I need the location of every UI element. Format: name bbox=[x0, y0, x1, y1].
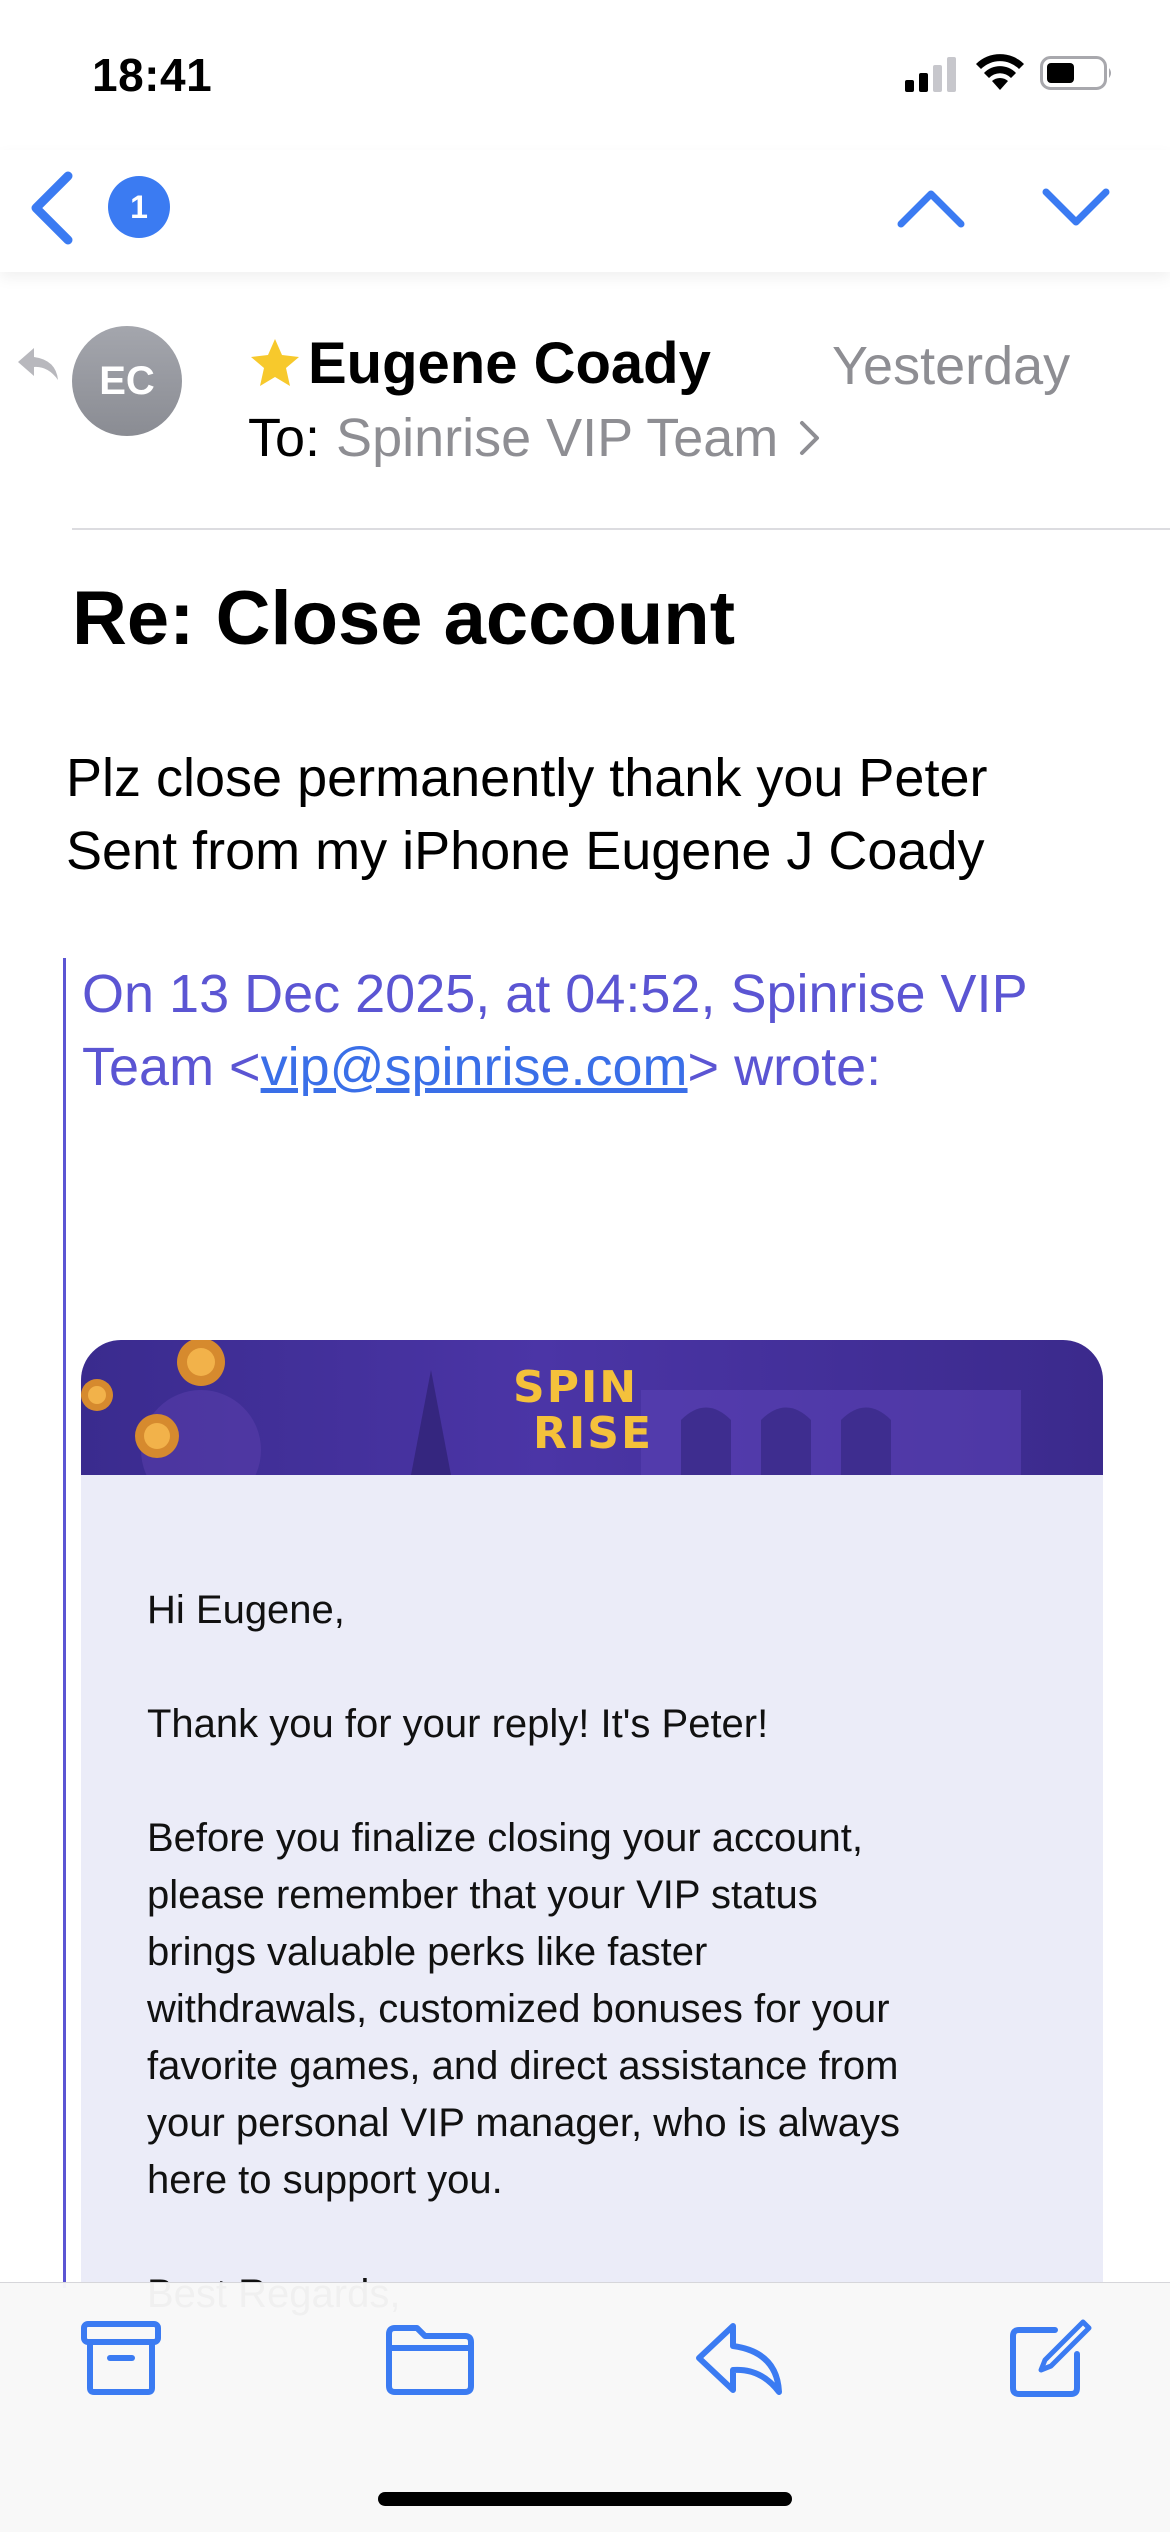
paragraph-1: Thank you for your reply! It's Peter! bbox=[147, 1702, 769, 1746]
unread-count-badge[interactable]: 1 bbox=[108, 176, 170, 238]
next-message-icon[interactable] bbox=[1040, 180, 1112, 234]
cellular-signal-icon bbox=[905, 57, 956, 92]
brand-logo-line2: RISE bbox=[533, 1408, 653, 1459]
email-body: Plz close permanently thank you Peter Se… bbox=[66, 742, 1126, 888]
quote-header: On 13 Dec 2025, at 04:52, Spinrise VIP T… bbox=[82, 958, 1142, 1104]
wifi-icon bbox=[976, 54, 1024, 90]
paragraph-line: here to support you. bbox=[147, 2158, 503, 2202]
to-label: To: bbox=[248, 408, 321, 468]
spinrise-banner: SPIN RISE bbox=[81, 1340, 1103, 1475]
previous-message-icon[interactable] bbox=[895, 180, 967, 234]
quote-header-suffix: > wrote: bbox=[687, 1037, 882, 1097]
recipient-name[interactable]: Spinrise VIP Team bbox=[336, 407, 778, 469]
sender-name[interactable]: Eugene Coady bbox=[308, 330, 711, 397]
folder-icon[interactable] bbox=[385, 2318, 475, 2398]
message-date: Yesterday bbox=[832, 336, 1071, 396]
chevron-right-icon bbox=[800, 421, 820, 455]
nav-bar bbox=[0, 150, 1170, 272]
brand-logo-line1: SPIN bbox=[513, 1362, 639, 1413]
sender-email-link[interactable]: vip@spinrise.com bbox=[261, 1037, 688, 1097]
paragraph-line: your personal VIP manager, who is always bbox=[147, 2101, 900, 2145]
body-line: Plz close permanently thank you Peter bbox=[66, 748, 988, 808]
paragraph-2: Before you finalize closing your account… bbox=[147, 1810, 1047, 2209]
home-indicator[interactable] bbox=[378, 2492, 792, 2506]
compose-icon[interactable] bbox=[1005, 2318, 1095, 2398]
replied-indicator-icon bbox=[18, 348, 58, 380]
star-icon bbox=[251, 339, 299, 386]
paragraph-line: brings valuable perks like faster bbox=[147, 1930, 708, 1974]
battery-icon bbox=[1040, 56, 1111, 90]
body-line: Sent from my iPhone Eugene J Coady bbox=[66, 821, 985, 881]
status-time: 18:41 bbox=[92, 49, 213, 101]
email-subject: Re: Close account bbox=[72, 576, 736, 661]
quote-bar bbox=[63, 958, 66, 2288]
reply-icon[interactable] bbox=[695, 2318, 785, 2398]
back-chevron-icon[interactable] bbox=[24, 168, 84, 248]
paragraph-line: favorite games, and direct assistance fr… bbox=[147, 2044, 899, 2088]
greeting: Hi Eugene, bbox=[147, 1588, 345, 1632]
paragraph-line: Before you finalize closing your account… bbox=[147, 1816, 863, 1860]
paragraph-line: withdrawals, customized bonuses for your bbox=[147, 1987, 890, 2031]
header-divider bbox=[72, 528, 1170, 530]
sender-avatar[interactable]: EC bbox=[72, 326, 182, 436]
quoted-email-card: SPIN RISE Hi Eugene, Thank you for your … bbox=[81, 1340, 1103, 2340]
paragraph-line: please remember that your VIP status bbox=[147, 1873, 818, 1917]
archive-icon[interactable] bbox=[76, 2318, 166, 2398]
recipient-row[interactable]: To: Spinrise VIP Team bbox=[248, 407, 822, 469]
status-bar: 18:41 bbox=[0, 0, 1170, 150]
